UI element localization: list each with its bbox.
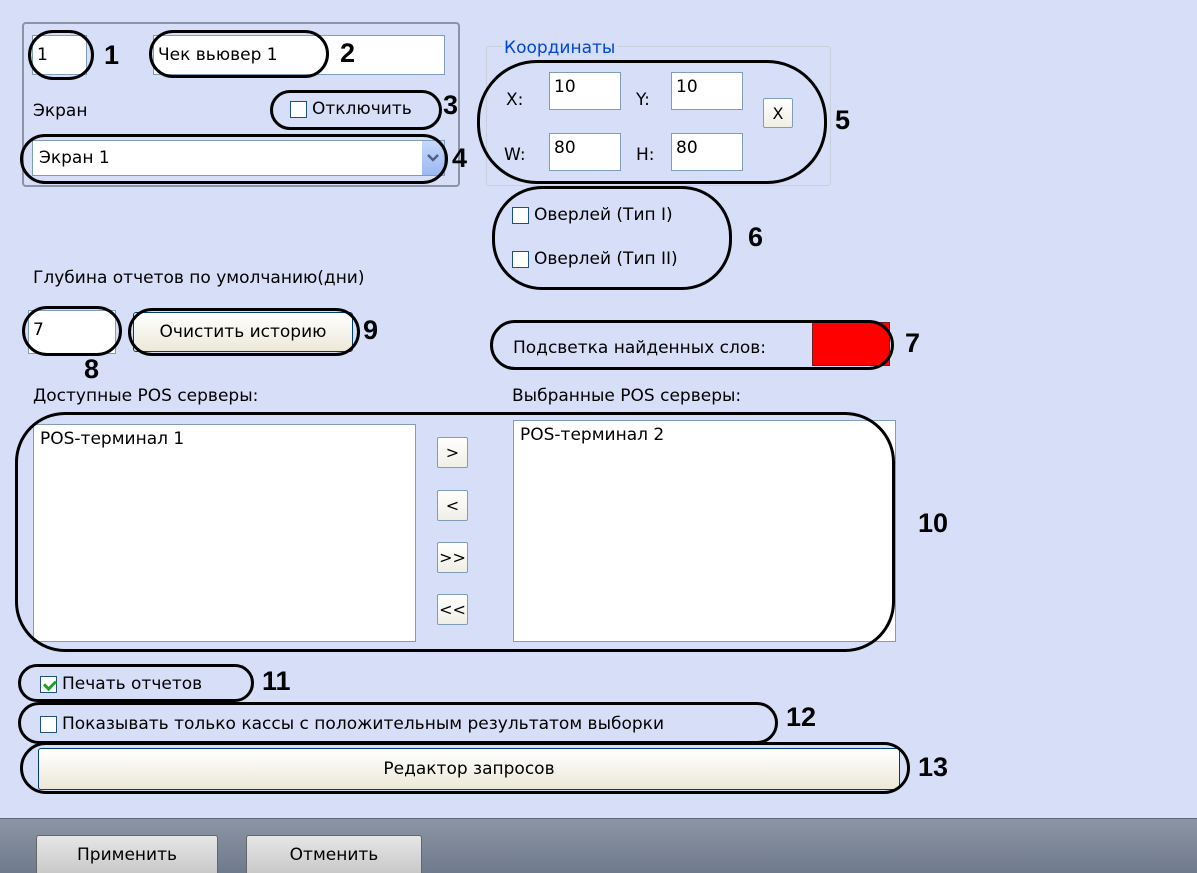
- selected-servers-label: Выбранные POS серверы:: [512, 386, 742, 406]
- clear-history-button[interactable]: Очистить историю: [133, 312, 353, 352]
- annotation-number: 5: [835, 105, 851, 135]
- x-field[interactable]: 10: [549, 72, 621, 110]
- name-field[interactable]: Чек вьювер 1: [153, 35, 445, 75]
- print-reports-checkbox[interactable]: Печать отчетов: [40, 674, 202, 694]
- move-all-left-button[interactable]: <<: [437, 594, 468, 625]
- annotation-number: 2: [340, 38, 356, 68]
- annotation-number: 1: [104, 40, 120, 70]
- apply-button[interactable]: Применить: [36, 835, 218, 873]
- coords-title: Координаты: [502, 38, 618, 58]
- available-servers-list[interactable]: POS-терминал 1: [33, 424, 416, 642]
- highlight-label: Подсветка найденных слов:: [513, 338, 767, 358]
- y-field[interactable]: 10: [671, 72, 743, 110]
- id-field[interactable]: 1: [32, 35, 87, 75]
- list-item[interactable]: POS-терминал 2: [520, 425, 889, 445]
- positive-only-checkbox[interactable]: Показывать только кассы с положительным …: [40, 714, 664, 734]
- w-label: W:: [504, 145, 526, 165]
- coords-reset-button[interactable]: X: [763, 98, 793, 128]
- annotation-number: 10: [918, 508, 949, 538]
- screen-select[interactable]: Экран 1: [32, 140, 445, 176]
- annotation-number: 8: [84, 354, 100, 384]
- w-field[interactable]: 80: [549, 133, 621, 171]
- footer-bar: Применить Отменить: [0, 818, 1197, 873]
- query-editor-button[interactable]: Редактор запросов: [38, 748, 900, 790]
- selected-servers-list[interactable]: POS-терминал 2: [513, 420, 896, 642]
- move-right-button[interactable]: >: [437, 437, 468, 468]
- move-all-right-button[interactable]: >>: [437, 542, 468, 573]
- disable-checkbox-box[interactable]: [290, 100, 307, 118]
- print-reports-label: Печать отчетов: [62, 674, 203, 694]
- h-field[interactable]: 80: [671, 133, 743, 171]
- positive-only-label: Показывать только кассы с положительным …: [62, 714, 664, 734]
- overlay-type1-checkbox[interactable]: Оверлей (Тип I): [512, 205, 673, 225]
- cancel-button[interactable]: Отменить: [246, 835, 422, 873]
- print-reports-box[interactable]: [40, 675, 57, 693]
- annotation-ring: [492, 186, 732, 290]
- overlay-type2-label: Оверлей (Тип II): [534, 249, 678, 269]
- available-servers-label: Доступные POS серверы:: [33, 386, 259, 406]
- y-label: Y:: [636, 90, 650, 110]
- disable-label: Отключить: [312, 99, 412, 119]
- positive-only-box[interactable]: [40, 715, 57, 733]
- move-left-button[interactable]: <: [437, 490, 468, 521]
- annotation-number: 9: [363, 315, 379, 345]
- screen-label: Экран: [33, 101, 88, 121]
- annotation-number: 11: [262, 666, 291, 696]
- annotation-number: 7: [905, 328, 921, 358]
- annotation-number: 3: [443, 90, 459, 120]
- annotation-number: 12: [786, 702, 817, 732]
- depth-label: Глубина отчетов по умолчанию(дни): [33, 268, 365, 288]
- screen-select-value: Экран 1: [39, 148, 110, 168]
- list-item[interactable]: POS-терминал 1: [40, 429, 409, 449]
- depth-field[interactable]: 7: [28, 310, 116, 354]
- chevron-down-icon[interactable]: [422, 141, 444, 175]
- h-label: H:: [636, 145, 655, 165]
- overlay-type1-box[interactable]: [512, 206, 529, 224]
- overlay-type2-checkbox[interactable]: Оверлей (Тип II): [512, 249, 678, 269]
- x-label: X:: [506, 90, 524, 110]
- annotation-number: 13: [918, 752, 949, 782]
- highlight-color-swatch[interactable]: [812, 322, 890, 366]
- annotation-number: 4: [452, 143, 468, 173]
- disable-checkbox[interactable]: Отключить: [290, 99, 412, 119]
- overlay-type2-box[interactable]: [512, 250, 529, 268]
- annotation-number: 6: [748, 222, 764, 252]
- overlay-type1-label: Оверлей (Тип I): [534, 205, 673, 225]
